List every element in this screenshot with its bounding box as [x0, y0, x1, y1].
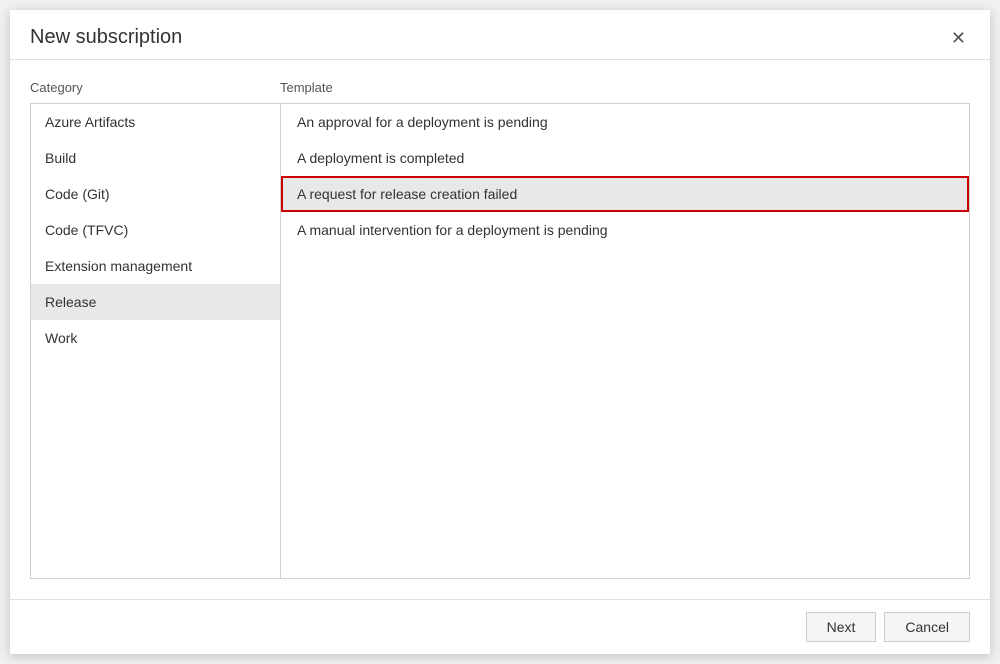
category-item-work[interactable]: Work — [31, 320, 280, 356]
category-item-azure-artifacts[interactable]: Azure Artifacts — [31, 104, 280, 140]
category-item-code-tfvc[interactable]: Code (TFVC) — [31, 212, 280, 248]
template-item-manual-intervention[interactable]: A manual intervention for a deployment i… — [281, 212, 969, 248]
next-button[interactable]: Next — [806, 612, 877, 642]
template-column-label: Template — [280, 80, 970, 95]
template-list: An approval for a deployment is pendingA… — [281, 104, 969, 578]
dialog-header: New subscription ✕ — [10, 10, 990, 60]
cancel-button[interactable]: Cancel — [884, 612, 970, 642]
close-button[interactable]: ✕ — [947, 29, 970, 47]
dialog-body: Category Template Azure ArtifactsBuildCo… — [10, 60, 990, 599]
template-item-deployment-completed[interactable]: A deployment is completed — [281, 140, 969, 176]
new-subscription-dialog: New subscription ✕ Category Template Azu… — [10, 10, 990, 654]
category-column-label: Category — [30, 80, 280, 95]
category-item-extension-management[interactable]: Extension management — [31, 248, 280, 284]
category-item-release[interactable]: Release — [31, 284, 280, 320]
category-item-build[interactable]: Build — [31, 140, 280, 176]
category-list: Azure ArtifactsBuildCode (Git)Code (TFVC… — [31, 104, 281, 578]
dialog-footer: Next Cancel — [10, 599, 990, 654]
template-item-release-creation-failed[interactable]: A request for release creation failed — [281, 176, 969, 212]
category-item-code-git[interactable]: Code (Git) — [31, 176, 280, 212]
content-area: Azure ArtifactsBuildCode (Git)Code (TFVC… — [30, 103, 970, 579]
dialog-title: New subscription — [30, 26, 182, 49]
column-headers: Category Template — [30, 80, 970, 95]
template-item-approval-pending[interactable]: An approval for a deployment is pending — [281, 104, 969, 140]
